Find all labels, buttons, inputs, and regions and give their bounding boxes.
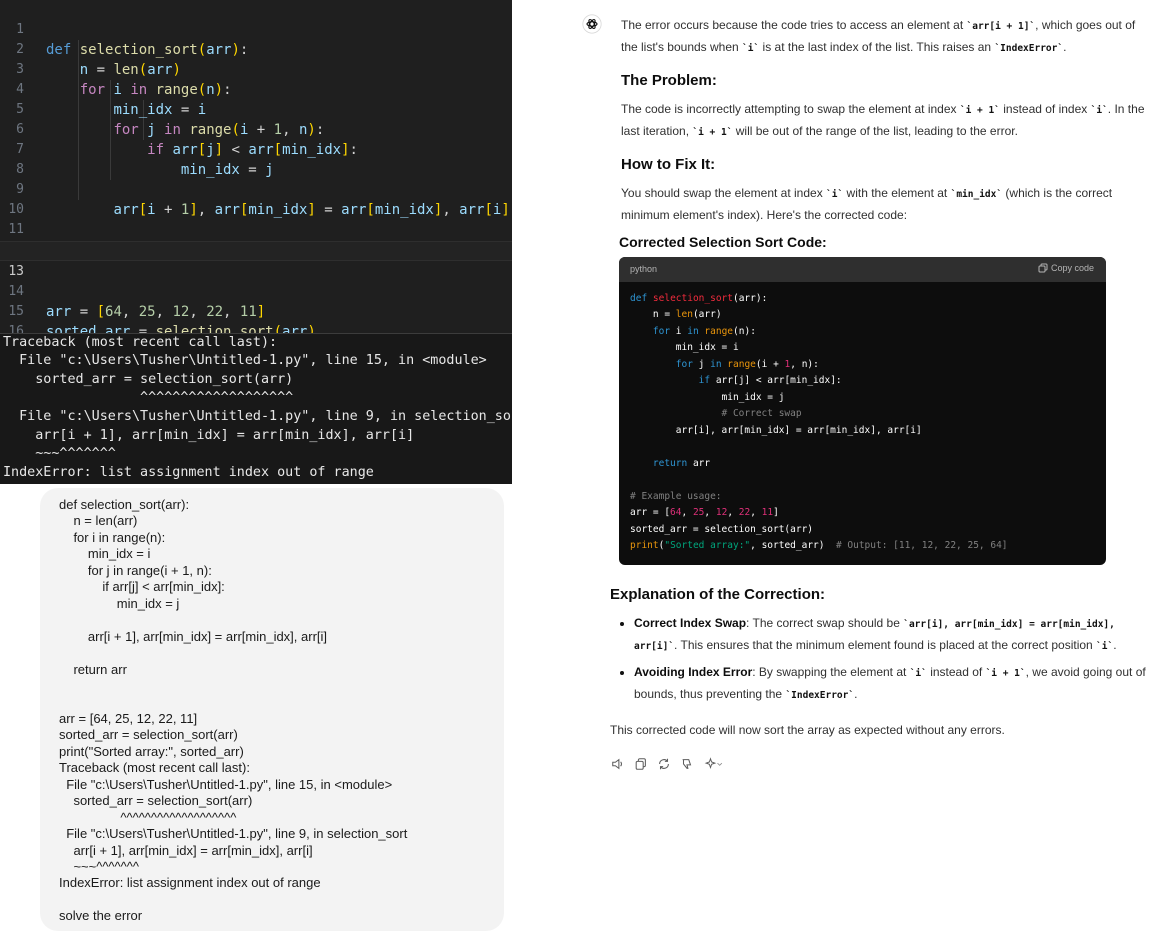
message-line: print("Sorted array:", sorted_arr) [59,744,244,759]
copy-icon[interactable] [634,757,648,771]
conclusion-text: This corrected code will now sort the ar… [610,723,1005,737]
terminal-line: File "c:\Users\Tusher\Untitled-1.py", li… [3,409,512,424]
message-line: n = len(arr) [59,513,138,528]
editor-line[interactable]: 7 min_idx = j [0,120,512,178]
code-line: if arr[j] < arr[min_idx]: [698,375,842,386]
code-line: return arr [652,458,711,469]
problem-text: The code is incorrectly attempting to sw… [621,102,1145,138]
editor-line[interactable]: 5 for j in range(i + 1, n): [0,80,512,138]
editor-line[interactable]: 17 [0,322,512,333]
code-block-header: python Copy code [619,257,1106,282]
message-line: Traceback (most recent call last): [59,760,250,775]
explanation-item: Correct Index Swap: The correct swap sho… [634,616,1117,652]
message-line: for i in range(n): [59,530,166,545]
message-line: solve the error [59,908,143,923]
user-message-bubble: def selection_sort(arr): n = len(arr) fo… [40,488,504,931]
editor-line[interactable]: 3 for i in range(n): [0,40,512,98]
code-line: min_idx = i [630,342,739,353]
terminal-line: Traceback (most recent call last): [3,335,278,350]
terminal-line: sorted_arr = selection_sort(arr) [3,372,294,387]
code-line: arr = [64, 25, 12, 22, 11] [630,507,779,518]
code-line: # Example usage: [630,491,722,502]
code-line: # Correct swap [675,408,802,419]
code-line: print("Sorted array:", sorted_arr) # Out… [630,540,1008,551]
editor-line[interactable]: 10 [0,180,512,217]
message-line: arr = [64, 25, 12, 22, 11] [59,711,198,726]
editor-line[interactable]: 14 arr = [64, 25, 12, 22, 11] [0,262,512,320]
message-line: for j in range(i + 1, n): [59,563,212,578]
editor-line[interactable]: 2 n = len(arr) [0,20,512,78]
code-line: for i in range(n): [652,326,756,337]
message-line: File "c:\Users\Tusher\Untitled-1.py", li… [59,826,408,841]
message-line: ~~~^^^^^^^ [59,859,139,874]
model-switch-icon[interactable] [703,757,725,771]
message-line: return arr [59,662,127,677]
problem-heading: The Problem: [621,72,717,89]
copy-icon [1038,263,1048,273]
message-line: min_idx = j [59,596,180,611]
terminal-error-line: IndexError: list assignment index out of… [3,465,374,480]
message-line: sorted_arr = selection_sort(arr) [59,793,253,808]
bullet-dot [620,622,624,626]
message-line: min_idx = i [59,546,151,561]
editor-line[interactable]: 9 arr[i + 1], arr[min_idx] = arr[min_idx… [0,160,512,218]
message-line: arr[i + 1], arr[min_idx] = arr[min_idx],… [59,629,328,644]
message-actions [611,757,725,771]
code-line: arr[i], arr[min_idx] = arr[min_idx], arr… [630,425,922,436]
fix-heading: How to Fix It: [621,156,716,173]
editor-line[interactable]: 4 min_idx = i [0,60,512,118]
editor-line[interactable]: 15 sorted_arr = selection_sort(arr) [0,282,512,333]
message-line: File "c:\Users\Tusher\Untitled-1.py", li… [59,777,393,792]
code-line: def selection_sort(arr): [630,293,768,304]
explanation-heading: Explanation of the Correction: [610,586,826,603]
code-line: for j in range(i + 1, n): [675,359,819,370]
code-editor: 1 def selection_sort(arr): 2 n = len(arr… [0,0,512,333]
editor-line[interactable]: 11 return arr [0,200,512,258]
editor-line[interactable]: 6 if arr[j] < arr[min_idx]: [0,100,512,158]
assistant-logo-icon [582,14,602,34]
copy-code-label: Copy code [1050,263,1094,273]
code-line: sorted_arr = selection_sort(arr) [630,524,814,535]
message-line: arr[i + 1], arr[min_idx] = arr[min_idx],… [59,843,313,858]
editor-line-active[interactable]: 13 [0,241,512,279]
terminal-line: File "c:\Users\Tusher\Untitled-1.py", li… [3,353,487,368]
copy-code-button[interactable]: Copy code [1038,263,1094,273]
code-line: n = len(arr) [630,309,722,320]
code-block: python Copy code def selection_sort(arr)… [619,257,1106,565]
message-line: sorted_arr = selection_sort(arr) [59,727,238,742]
answer-intro: The error occurs because the code tries … [621,18,1136,54]
terminal-line: arr[i + 1], arr[min_idx] = arr[min_idx],… [3,428,415,443]
bullet-dot [620,671,624,675]
explanation-item: Avoiding Index Error: By swapping the el… [634,665,1146,701]
message-line: ^^^^^^^^^^^^^^^^^^^ [59,810,237,825]
terminal-output: Traceback (most recent call last): File … [0,333,512,484]
code-language-label: python [630,264,658,274]
regenerate-icon[interactable] [657,757,671,771]
dislike-icon[interactable] [680,757,694,771]
editor-line[interactable]: 12 [0,220,512,257]
terminal-line: ^^^^^^^^^^^^^^^^^^^ [3,390,294,405]
fix-text: You should swap the element at index `i`… [621,186,1113,222]
message-line: if arr[j] < arr[min_idx]: [59,579,225,594]
code-line: min_idx = j [630,392,785,403]
code-heading: Corrected Selection Sort Code: [619,234,827,250]
editor-line[interactable]: 1 def selection_sort(arr): [0,0,512,58]
message-line: IndexError: list assignment index out of… [59,875,321,890]
editor-line[interactable]: 8 [0,140,512,177]
read-aloud-icon[interactable] [611,757,625,771]
editor-line[interactable]: 16 print("Sorted array:", sorted_arr) [0,302,512,333]
message-line: def selection_sort(arr): [59,497,190,512]
terminal-line: ~~~^^^^^^^ [3,446,116,461]
